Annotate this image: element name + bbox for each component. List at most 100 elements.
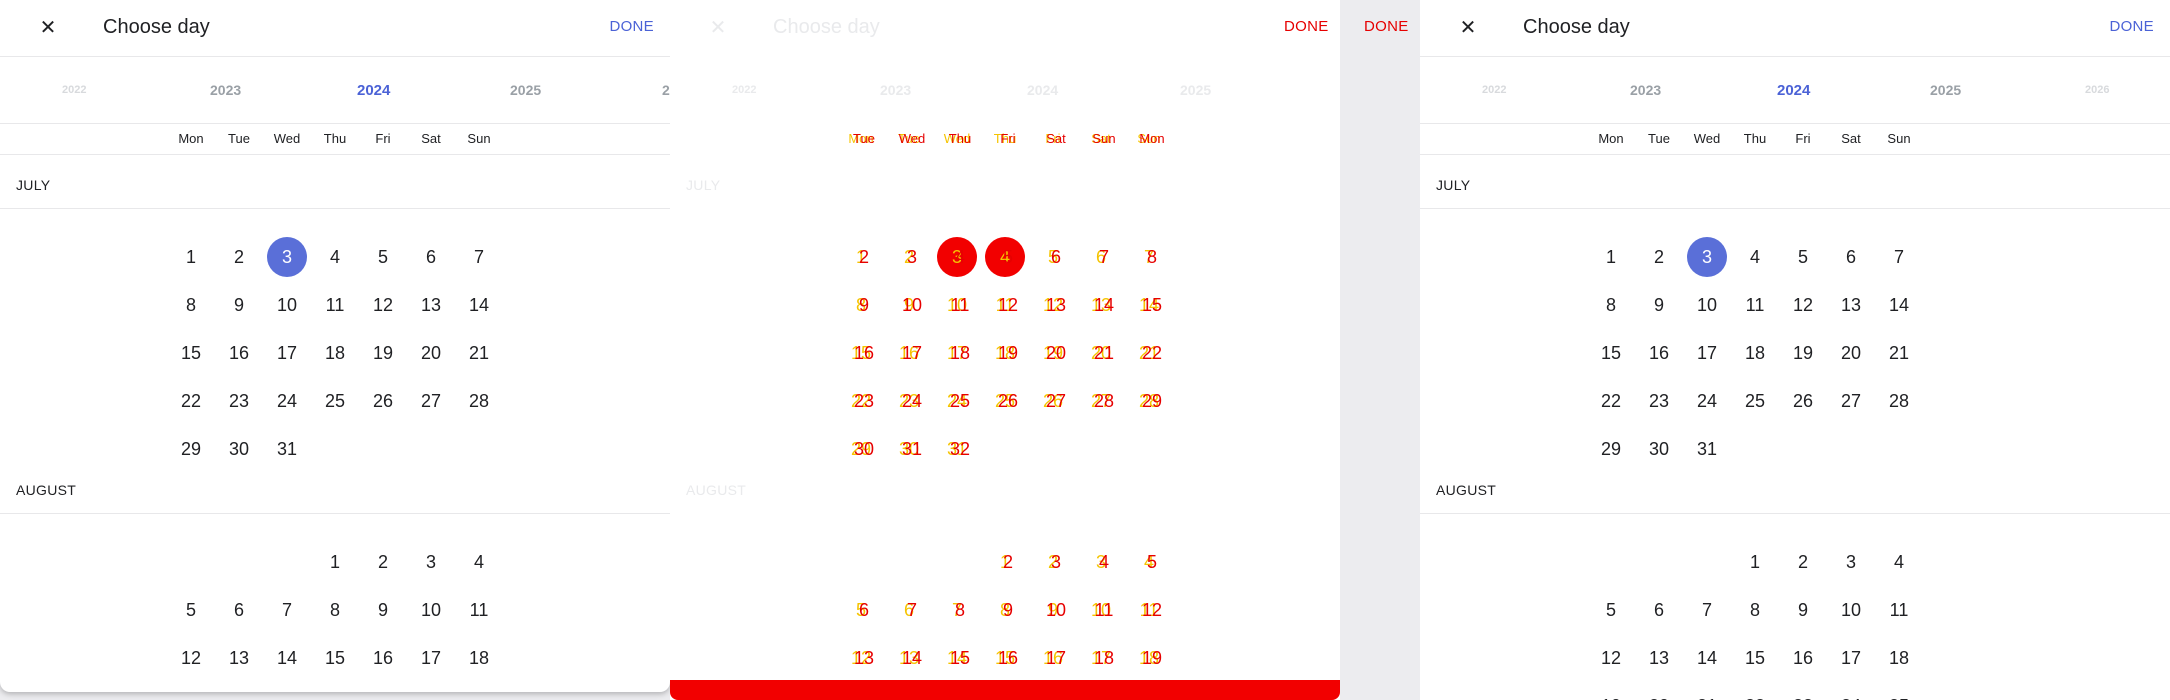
year-item[interactable]: 2023: [1630, 82, 1661, 98]
day-cell[interactable]: 25: [315, 381, 355, 421]
close-icon[interactable]: ✕: [704, 14, 732, 42]
day-cell[interactable]: 20: [1639, 686, 1679, 700]
day-cell[interactable]: 22: [315, 686, 355, 692]
day-cell[interactable]: 24: [1687, 381, 1727, 421]
day-cell[interactable]: 17: [1687, 333, 1727, 373]
day-cell[interactable]: 4: [315, 237, 355, 277]
day-cell[interactable]: 12: [171, 638, 211, 678]
day-cell[interactable]: 6: [1639, 590, 1679, 630]
day-cell[interactable]: 4: [1735, 237, 1775, 277]
day-cell[interactable]: 12: [1591, 638, 1631, 678]
day-cell[interactable]: 12: [1783, 285, 1823, 325]
day-cell[interactable]: 7: [1879, 237, 1919, 277]
day-cell[interactable]: 22: [1591, 381, 1631, 421]
day-cell[interactable]: 5: [1591, 590, 1631, 630]
day-cell[interactable]: 23: [1639, 381, 1679, 421]
day-cell[interactable]: 22: [1735, 686, 1775, 700]
day-cell[interactable]: 23: [363, 686, 403, 692]
year-item-selected[interactable]: 2024: [357, 82, 390, 99]
year-item-selected[interactable]: 2024: [1777, 82, 1810, 99]
day-cell[interactable]: 12: [363, 285, 403, 325]
day-cell[interactable]: 21: [1879, 333, 1919, 373]
day-cell[interactable]: 5: [171, 590, 211, 630]
day-cell[interactable]: 13: [1639, 638, 1679, 678]
day-cell[interactable]: 20: [1831, 333, 1871, 373]
day-cell[interactable]: 10: [1687, 285, 1727, 325]
day-cell[interactable]: 16: [219, 333, 259, 373]
day-cell[interactable]: 25: [459, 686, 499, 692]
day-cell[interactable]: 27: [1831, 381, 1871, 421]
day-cell[interactable]: 17: [1831, 638, 1871, 678]
day-cell[interactable]: 21: [1687, 686, 1727, 700]
day-cell[interactable]: 11: [1879, 590, 1919, 630]
day-cell[interactable]: 19: [1783, 333, 1823, 373]
day-cell[interactable]: 2: [219, 237, 259, 277]
year-item[interactable]: 2025: [1180, 82, 1211, 98]
day-cell[interactable]: 15: [171, 333, 211, 373]
close-icon[interactable]: ✕: [1454, 14, 1482, 42]
day-cell[interactable]: 19: [363, 333, 403, 373]
day-cell[interactable]: 17: [411, 638, 451, 678]
day-cell[interactable]: 21: [267, 686, 307, 692]
day-cell[interactable]: 4: [459, 542, 499, 582]
day-cell[interactable]: 24: [411, 686, 451, 692]
done-button[interactable]: DONE: [1284, 18, 1329, 35]
day-cell[interactable]: 14: [1687, 638, 1727, 678]
day-cell[interactable]: 18: [315, 333, 355, 373]
day-cell[interactable]: 15: [315, 638, 355, 678]
day-cell[interactable]: 27: [411, 381, 451, 421]
day-cell[interactable]: 15: [1735, 638, 1775, 678]
close-icon[interactable]: ✕: [34, 14, 62, 42]
day-cell[interactable]: 11: [1735, 285, 1775, 325]
day-cell[interactable]: 6: [219, 590, 259, 630]
day-cell[interactable]: 18: [1735, 333, 1775, 373]
year-item[interactable]: 2022: [732, 84, 756, 96]
day-cell[interactable]: 22: [171, 381, 211, 421]
day-cell[interactable]: 19: [171, 686, 211, 692]
day-cell[interactable]: 5: [363, 237, 403, 277]
day-cell[interactable]: 3: [1831, 542, 1871, 582]
day-cell[interactable]: 1: [171, 237, 211, 277]
day-cell-selected[interactable]: 3: [267, 237, 307, 277]
day-cell[interactable]: 1: [1591, 237, 1631, 277]
day-cell[interactable]: 2: [1639, 237, 1679, 277]
day-cell[interactable]: 16: [363, 638, 403, 678]
day-cell[interactable]: 26: [1783, 381, 1823, 421]
day-cell[interactable]: 2: [1783, 542, 1823, 582]
day-cell[interactable]: 26: [363, 381, 403, 421]
day-cell[interactable]: 17: [267, 333, 307, 373]
day-cell[interactable]: 9: [1639, 285, 1679, 325]
day-cell[interactable]: 10: [267, 285, 307, 325]
day-cell[interactable]: 14: [1879, 285, 1919, 325]
day-cell[interactable]: 10: [1831, 590, 1871, 630]
year-item[interactable]: 2024: [1027, 82, 1058, 98]
day-cell[interactable]: 25: [1879, 686, 1919, 700]
day-cell[interactable]: 7: [459, 237, 499, 277]
day-cell[interactable]: 7: [267, 590, 307, 630]
year-item[interactable]: 2023: [210, 82, 241, 98]
day-cell[interactable]: 3: [411, 542, 451, 582]
day-cell[interactable]: 4: [1879, 542, 1919, 582]
day-cell[interactable]: 23: [219, 381, 259, 421]
day-cell[interactable]: 7: [1687, 590, 1727, 630]
day-cell[interactable]: 23: [1783, 686, 1823, 700]
day-cell[interactable]: 11: [315, 285, 355, 325]
day-cell[interactable]: 1: [315, 542, 355, 582]
day-cell[interactable]: 15: [1591, 333, 1631, 373]
done-button-duplicate[interactable]: DONE: [1364, 18, 1409, 35]
day-cell[interactable]: 13: [1831, 285, 1871, 325]
day-cell[interactable]: 1: [1735, 542, 1775, 582]
day-cell[interactable]: 16: [1639, 333, 1679, 373]
day-cell[interactable]: 9: [1783, 590, 1823, 630]
day-cell[interactable]: 8: [1591, 285, 1631, 325]
day-cell[interactable]: 18: [459, 638, 499, 678]
day-cell[interactable]: 2: [363, 542, 403, 582]
done-button[interactable]: DONE: [609, 18, 654, 35]
day-cell[interactable]: 8: [315, 590, 355, 630]
day-cell[interactable]: 28: [459, 381, 499, 421]
year-item[interactable]: 2022: [1482, 84, 1506, 96]
day-cell[interactable]: 6: [1831, 237, 1871, 277]
year-item[interactable]: 2026: [2085, 84, 2109, 96]
day-cell[interactable]: 20: [219, 686, 259, 692]
year-item[interactable]: 2025: [510, 82, 541, 98]
